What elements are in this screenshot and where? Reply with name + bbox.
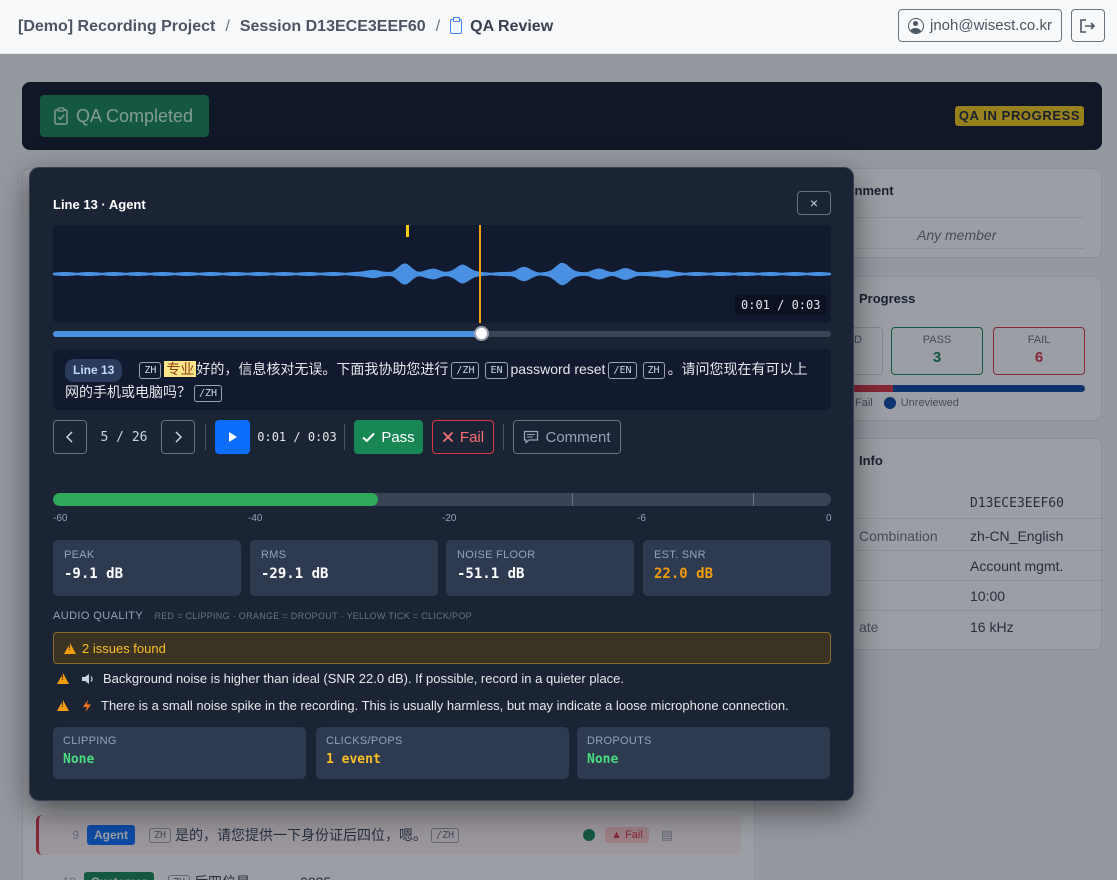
- breadcrumb-project[interactable]: [Demo] Recording Project: [18, 18, 215, 36]
- meter-label: 0: [826, 513, 832, 524]
- play-icon: [228, 432, 237, 442]
- stat-label: EST. SNR: [654, 549, 706, 561]
- level-meter-tick: [753, 493, 754, 506]
- level-meter-tick: [572, 493, 573, 506]
- divider: [344, 424, 345, 450]
- fail-button[interactable]: Fail: [432, 420, 494, 454]
- card-value: 1 event: [326, 752, 381, 767]
- stat-value: 22.0 dB: [654, 566, 714, 582]
- issues-summary: 2 issues found: [53, 632, 831, 664]
- pass-button-label: Pass: [381, 428, 415, 446]
- lang-tag: /ZH: [194, 385, 223, 402]
- lang-tag: ZH: [139, 362, 162, 379]
- clipboard-icon: [450, 17, 463, 34]
- scrubber-handle[interactable]: [473, 326, 489, 341]
- warning-icon: [57, 700, 69, 711]
- breadcrumb-separator: /: [435, 17, 441, 35]
- scrubber-fill: [53, 331, 481, 337]
- issue-text: Background noise is higher than ideal (S…: [103, 671, 625, 686]
- comment-icon: [524, 430, 539, 444]
- warning-icon: [64, 642, 76, 654]
- logout-icon: [1080, 18, 1096, 33]
- breadcrumb-separator: /: [225, 17, 230, 35]
- chevron-left-icon: [65, 431, 73, 443]
- comment-button[interactable]: Comment: [513, 420, 621, 454]
- stat-value: -9.1 dB: [64, 566, 124, 582]
- level-meter-fill: [53, 493, 379, 506]
- next-line-button[interactable]: [161, 420, 195, 454]
- stat-snr: EST. SNR 22.0 dB: [643, 540, 831, 596]
- check-icon: [362, 432, 376, 442]
- pass-button[interactable]: Pass: [354, 420, 423, 454]
- transcript-line: Line 13 ZH 专业 好的，信息核对无误。下面我协助您进行/ZH EN passwo…: [53, 349, 831, 410]
- lang-tag: /EN: [608, 362, 637, 379]
- chevron-right-icon: [175, 431, 183, 443]
- waveform-time: 0:01 / 0:03: [735, 295, 827, 315]
- card-label: DROPOUTS: [587, 735, 652, 747]
- audio-quality-legend: RED = CLIPPING · ORANGE = DROPOUT · YELL…: [154, 611, 472, 621]
- stat-label: NOISE FLOOR: [457, 549, 536, 561]
- card-value: None: [63, 752, 95, 767]
- stat-peak: PEAK -9.1 dB: [53, 540, 241, 596]
- clipping-card: CLIPPING None: [53, 727, 306, 779]
- user-email: jnoh@wisest.co.kr: [930, 17, 1052, 34]
- stat-rms: RMS -29.1 dB: [250, 540, 438, 596]
- warning-icon: [57, 673, 69, 684]
- user-account-button[interactable]: jnoh@wisest.co.kr: [898, 9, 1062, 42]
- playback-time: 0:01 / 0:03: [257, 430, 337, 444]
- issue-item: There is a small noise spike in the reco…: [57, 698, 789, 713]
- waveform[interactable]: 0:01 / 0:03: [53, 225, 831, 323]
- meter-label: -6: [637, 513, 646, 524]
- divider: [503, 424, 504, 450]
- close-button[interactable]: ×: [797, 191, 831, 215]
- level-meter: [53, 493, 831, 506]
- logout-button[interactable]: [1071, 9, 1105, 42]
- stat-label: PEAK: [64, 549, 95, 561]
- modal-title: Line 13 · Agent: [53, 197, 146, 212]
- dropouts-card: DROPOUTS None: [577, 727, 830, 779]
- divider: [205, 424, 206, 450]
- lang-tag: ZH: [642, 362, 665, 379]
- meter-label: -60: [53, 513, 68, 524]
- issue-item: Background noise is higher than ideal (S…: [57, 671, 624, 686]
- breadcrumb: [Demo] Recording Project / Session D13EC…: [18, 17, 554, 36]
- issue-text: There is a small noise spike in the reco…: [101, 698, 789, 713]
- card-label: CLIPPING: [63, 735, 117, 747]
- meter-label: -20: [442, 513, 457, 524]
- line-counter: 5 / 26: [100, 429, 148, 445]
- speaker-icon: [82, 673, 93, 684]
- lang-tag: EN: [485, 362, 508, 379]
- waveform-graphic: [53, 225, 831, 323]
- transcript-segment: password reset: [510, 361, 606, 377]
- clicks-pops-card: CLICKS/POPS 1 event: [316, 727, 569, 779]
- user-icon: [908, 17, 924, 34]
- breadcrumb-current: QA Review: [450, 17, 554, 36]
- audio-quality-label: AUDIO QUALITY: [53, 610, 143, 622]
- line-review-modal: Line 13 · Agent × 0:01 / 0:03 Line 13 ZH 专…: [29, 167, 854, 801]
- stat-value: -29.1 dB: [261, 566, 329, 582]
- breadcrumb-session[interactable]: Session D13ECE3EEF60: [240, 18, 426, 36]
- stat-noise-floor: NOISE FLOOR -51.1 dB: [446, 540, 634, 596]
- highlighted-term[interactable]: 专业: [164, 361, 197, 377]
- prev-line-button[interactable]: [53, 420, 87, 454]
- comment-button-label: Comment: [545, 428, 611, 446]
- issues-summary-label: 2 issues found: [82, 640, 166, 656]
- fail-button-label: Fail: [459, 428, 485, 446]
- play-button[interactable]: [215, 420, 250, 454]
- scrubber[interactable]: [53, 326, 831, 341]
- transcript-segment: 好的，信息核对无误。下面我协助您进行: [196, 361, 449, 377]
- close-icon: ×: [809, 195, 819, 211]
- meter-label: -40: [248, 513, 263, 524]
- breadcrumb-current-label: QA Review: [470, 17, 554, 35]
- stat-value: -51.1 dB: [457, 566, 525, 582]
- line-badge: Line 13: [65, 359, 123, 382]
- lightning-icon: [83, 699, 91, 712]
- lang-tag: /ZH: [451, 362, 480, 379]
- card-value: None: [587, 752, 619, 767]
- stat-label: RMS: [261, 549, 287, 561]
- audio-quality-heading: AUDIO QUALITY RED = CLIPPING · ORANGE = …: [53, 610, 472, 622]
- card-label: CLICKS/POPS: [326, 735, 403, 747]
- x-icon: [442, 431, 454, 443]
